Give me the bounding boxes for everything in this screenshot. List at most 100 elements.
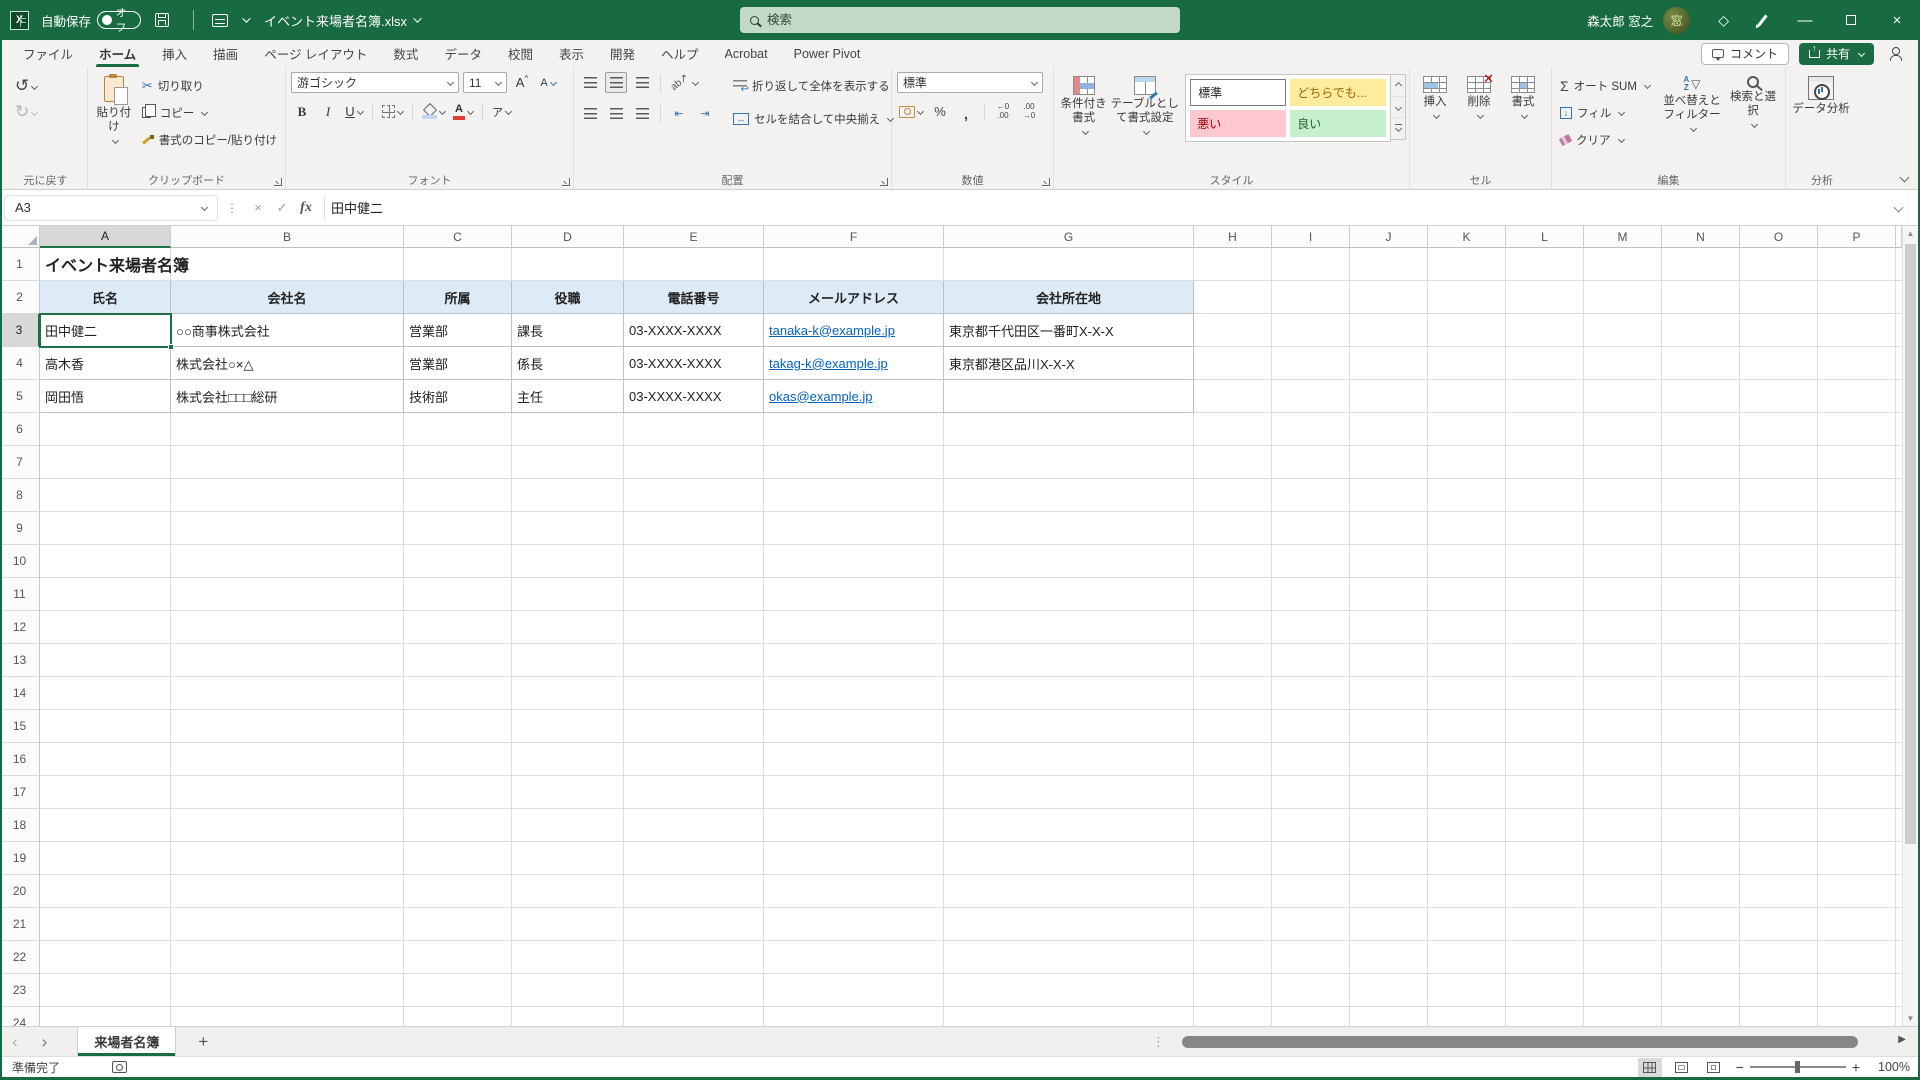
- cell-P21[interactable]: [1818, 908, 1896, 941]
- premium-diamond-icon[interactable]: ◇: [1718, 12, 1729, 29]
- cell-N7[interactable]: [1662, 446, 1740, 479]
- cell-P9[interactable]: [1818, 512, 1896, 545]
- cell-A11[interactable]: [40, 578, 171, 611]
- style-bad[interactable]: 悪い: [1190, 110, 1287, 137]
- cell-O21[interactable]: [1740, 908, 1818, 941]
- cell-C6[interactable]: [404, 413, 512, 446]
- chevron-down-icon[interactable]: [242, 14, 251, 23]
- cell-I17[interactable]: [1272, 776, 1350, 809]
- cell-N20[interactable]: [1662, 875, 1740, 908]
- cell-H10[interactable]: [1194, 545, 1272, 578]
- formula-input[interactable]: 田中健二: [331, 198, 1895, 217]
- cell-F6[interactable]: [764, 413, 944, 446]
- cell-M21[interactable]: [1584, 908, 1662, 941]
- vertical-scrollbar[interactable]: ▲ ▼: [1902, 226, 1918, 1026]
- increase-indent-button[interactable]: ⇥: [694, 103, 716, 124]
- cell-I4[interactable]: [1272, 347, 1350, 380]
- cell-E4[interactable]: 03-XXXX-XXXX: [624, 347, 764, 380]
- cell-K23[interactable]: [1428, 974, 1506, 1007]
- cell-L12[interactable]: [1506, 611, 1584, 644]
- cell-E5[interactable]: 03-XXXX-XXXX: [624, 380, 764, 413]
- cell-J21[interactable]: [1350, 908, 1428, 941]
- cell-G8[interactable]: [944, 479, 1194, 512]
- cell-E17[interactable]: [624, 776, 764, 809]
- search-input[interactable]: [767, 13, 1127, 27]
- cell-P13[interactable]: [1818, 644, 1896, 677]
- cell-P18[interactable]: [1818, 809, 1896, 842]
- cell-B7[interactable]: [171, 446, 404, 479]
- cell-O20[interactable]: [1740, 875, 1818, 908]
- cell-G11[interactable]: [944, 578, 1194, 611]
- row-header-7[interactable]: 7: [0, 446, 40, 479]
- cell-J17[interactable]: [1350, 776, 1428, 809]
- cell-M4[interactable]: [1584, 347, 1662, 380]
- decrease-indent-button[interactable]: ⇤: [668, 103, 690, 124]
- cell-E24[interactable]: [624, 1007, 764, 1026]
- cell-D24[interactable]: [512, 1007, 624, 1026]
- cell-H12[interactable]: [1194, 611, 1272, 644]
- conditional-formatting-button[interactable]: 条件付き書式: [1057, 70, 1110, 173]
- cell-G13[interactable]: [944, 644, 1194, 677]
- col-header-P[interactable]: P: [1818, 226, 1896, 248]
- cell-M22[interactable]: [1584, 941, 1662, 974]
- cell-B4[interactable]: 株式会社○×△: [171, 347, 404, 380]
- cell-O15[interactable]: [1740, 710, 1818, 743]
- cell-C20[interactable]: [404, 875, 512, 908]
- cell-N5[interactable]: [1662, 380, 1740, 413]
- cell-I3[interactable]: [1272, 314, 1350, 347]
- cell-I9[interactable]: [1272, 512, 1350, 545]
- people-icon[interactable]: [1888, 46, 1904, 61]
- save-icon[interactable]: [155, 13, 170, 27]
- cell-P5[interactable]: [1818, 380, 1896, 413]
- cell-E20[interactable]: [624, 875, 764, 908]
- cell-H3[interactable]: [1194, 314, 1272, 347]
- cell-B16[interactable]: [171, 743, 404, 776]
- cell-G9[interactable]: [944, 512, 1194, 545]
- cell-J20[interactable]: [1350, 875, 1428, 908]
- cell-F16[interactable]: [764, 743, 944, 776]
- cell-L6[interactable]: [1506, 413, 1584, 446]
- autosave-toggle[interactable]: 自動保存 オフ: [41, 7, 142, 34]
- cell-O16[interactable]: [1740, 743, 1818, 776]
- cell-K21[interactable]: [1428, 908, 1506, 941]
- row-header-21[interactable]: 21: [0, 908, 40, 941]
- cell-D17[interactable]: [512, 776, 624, 809]
- cell-A6[interactable]: [40, 413, 171, 446]
- cell-B22[interactable]: [171, 941, 404, 974]
- cell-C18[interactable]: [404, 809, 512, 842]
- cell-D10[interactable]: [512, 545, 624, 578]
- cell-O12[interactable]: [1740, 611, 1818, 644]
- cell-M17[interactable]: [1584, 776, 1662, 809]
- cell-H15[interactable]: [1194, 710, 1272, 743]
- cell-F24[interactable]: [764, 1007, 944, 1026]
- cell-L8[interactable]: [1506, 479, 1584, 512]
- cell-E9[interactable]: [624, 512, 764, 545]
- cell-F12[interactable]: [764, 611, 944, 644]
- cell-K3[interactable]: [1428, 314, 1506, 347]
- cell-F1[interactable]: [764, 248, 944, 281]
- tab-home[interactable]: ホーム: [86, 40, 149, 67]
- col-header-G[interactable]: G: [944, 226, 1194, 248]
- cell-P15[interactable]: [1818, 710, 1896, 743]
- cell-G24[interactable]: [944, 1007, 1194, 1026]
- document-title[interactable]: イベント来場者名簿.xlsx: [264, 11, 407, 30]
- cell-A4[interactable]: 高木香: [40, 347, 171, 380]
- cell-N24[interactable]: [1662, 1007, 1740, 1026]
- bold-button[interactable]: B: [291, 101, 313, 122]
- cell-J16[interactable]: [1350, 743, 1428, 776]
- comments-button[interactable]: コメント: [1700, 42, 1789, 65]
- cell-E11[interactable]: [624, 578, 764, 611]
- row-header-17[interactable]: 17: [0, 776, 40, 809]
- cell-A8[interactable]: [40, 479, 171, 512]
- cell-D15[interactable]: [512, 710, 624, 743]
- cell-I10[interactable]: [1272, 545, 1350, 578]
- cell-C3[interactable]: 営業部: [404, 314, 512, 347]
- cell-N18[interactable]: [1662, 809, 1740, 842]
- cell-C7[interactable]: [404, 446, 512, 479]
- row-header-1[interactable]: 1: [0, 248, 40, 281]
- cell-N16[interactable]: [1662, 743, 1740, 776]
- cell-G22[interactable]: [944, 941, 1194, 974]
- select-all-corner[interactable]: [0, 226, 40, 248]
- wrap-text-button[interactable]: 折り返して全体を表示する: [728, 72, 898, 99]
- cell-C14[interactable]: [404, 677, 512, 710]
